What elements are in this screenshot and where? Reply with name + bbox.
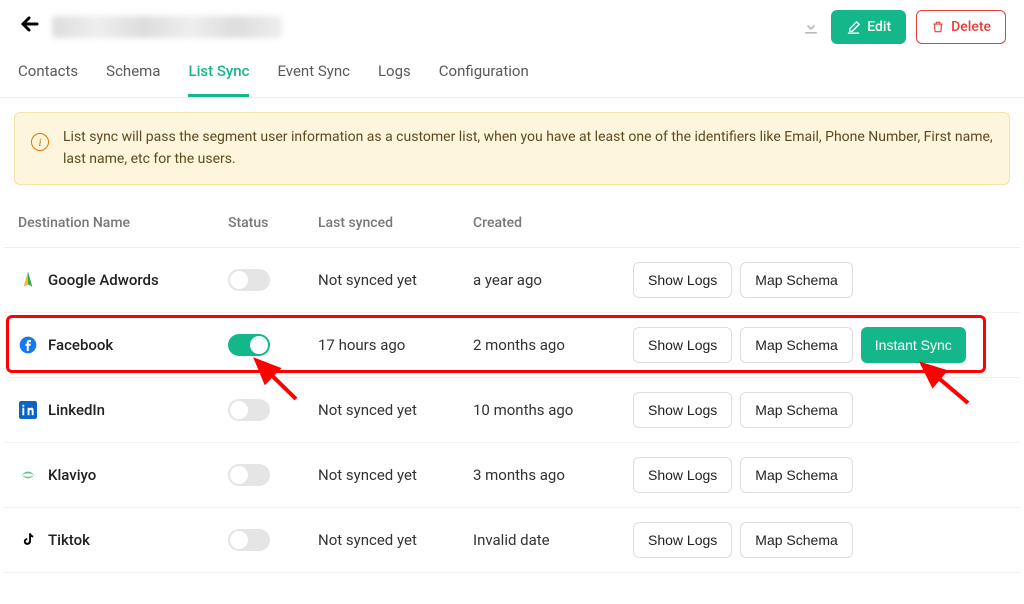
tiktok-icon [18, 530, 38, 550]
tab-list-sync[interactable]: List Sync [188, 62, 249, 97]
last-synced: Not synced yet [318, 531, 473, 549]
klaviyo-icon [18, 465, 38, 485]
created: 10 months ago [473, 401, 633, 419]
created: a year ago [473, 271, 633, 289]
col-status: Status [228, 215, 318, 231]
destination-name: LinkedIn [48, 401, 105, 419]
show-logs-button[interactable]: Show Logs [633, 392, 732, 428]
destination-name: Google Adwords [48, 271, 159, 289]
tabs: Contacts Schema List Sync Event Sync Log… [0, 48, 1024, 98]
status-toggle[interactable] [228, 334, 270, 356]
last-synced: Not synced yet [318, 466, 473, 484]
tab-configuration[interactable]: Configuration [439, 62, 529, 97]
tab-logs[interactable]: Logs [378, 62, 411, 97]
col-destination: Destination Name [18, 215, 228, 231]
table-row: Tiktok Not synced yet Invalid date Show … [4, 508, 1020, 573]
info-banner-text: List sync will pass the segment user inf… [63, 127, 993, 170]
table-row: Klaviyo Not synced yet 3 months ago Show… [4, 443, 1020, 508]
map-schema-button[interactable]: Map Schema [740, 262, 852, 298]
last-synced: Not synced yet [318, 271, 473, 289]
show-logs-button[interactable]: Show Logs [633, 522, 732, 558]
last-synced: Not synced yet [318, 401, 473, 419]
map-schema-button[interactable]: Map Schema [740, 522, 852, 558]
delete-button[interactable]: Delete [916, 10, 1006, 44]
map-schema-button[interactable]: Map Schema [740, 327, 852, 363]
map-schema-button[interactable]: Map Schema [740, 457, 852, 493]
status-toggle[interactable] [228, 464, 270, 486]
facebook-icon [18, 335, 38, 355]
back-button[interactable] [18, 12, 42, 43]
edit-button[interactable]: Edit [831, 10, 906, 44]
last-synced: 17 hours ago [318, 336, 473, 354]
table-header: Destination Name Status Last synced Crea… [4, 199, 1020, 248]
linkedin-icon [18, 400, 38, 420]
google-adwords-icon [18, 270, 38, 290]
show-logs-button[interactable]: Show Logs [633, 262, 732, 298]
show-logs-button[interactable]: Show Logs [633, 327, 732, 363]
trash-icon [931, 20, 945, 34]
col-last-synced: Last synced [318, 215, 473, 231]
info-icon: i [31, 133, 49, 151]
instant-sync-button[interactable]: Instant Sync [861, 327, 966, 363]
delete-button-label: Delete [951, 19, 991, 35]
edit-icon [846, 20, 861, 35]
destination-name: Tiktok [48, 531, 90, 549]
status-toggle[interactable] [228, 529, 270, 551]
table-row: Google Adwords Not synced yet a year ago… [4, 248, 1020, 313]
status-toggle[interactable] [228, 269, 270, 291]
download-icon[interactable] [801, 17, 821, 37]
info-banner: i List sync will pass the segment user i… [14, 112, 1010, 185]
table-row: Facebook 17 hours ago 2 months ago Show … [4, 313, 1020, 378]
created: Invalid date [473, 531, 633, 549]
table-row: LinkedIn Not synced yet 10 months ago Sh… [4, 378, 1020, 443]
page-title-blurred [52, 16, 282, 38]
tab-event-sync[interactable]: Event Sync [277, 62, 350, 97]
map-schema-button[interactable]: Map Schema [740, 392, 852, 428]
created: 3 months ago [473, 466, 633, 484]
created: 2 months ago [473, 336, 633, 354]
tab-contacts[interactable]: Contacts [18, 62, 78, 97]
show-logs-button[interactable]: Show Logs [633, 457, 732, 493]
destination-name: Facebook [48, 336, 113, 354]
destination-name: Klaviyo [48, 466, 96, 484]
edit-button-label: Edit [867, 19, 891, 35]
col-created: Created [473, 215, 633, 231]
tab-schema[interactable]: Schema [106, 62, 160, 97]
status-toggle[interactable] [228, 399, 270, 421]
